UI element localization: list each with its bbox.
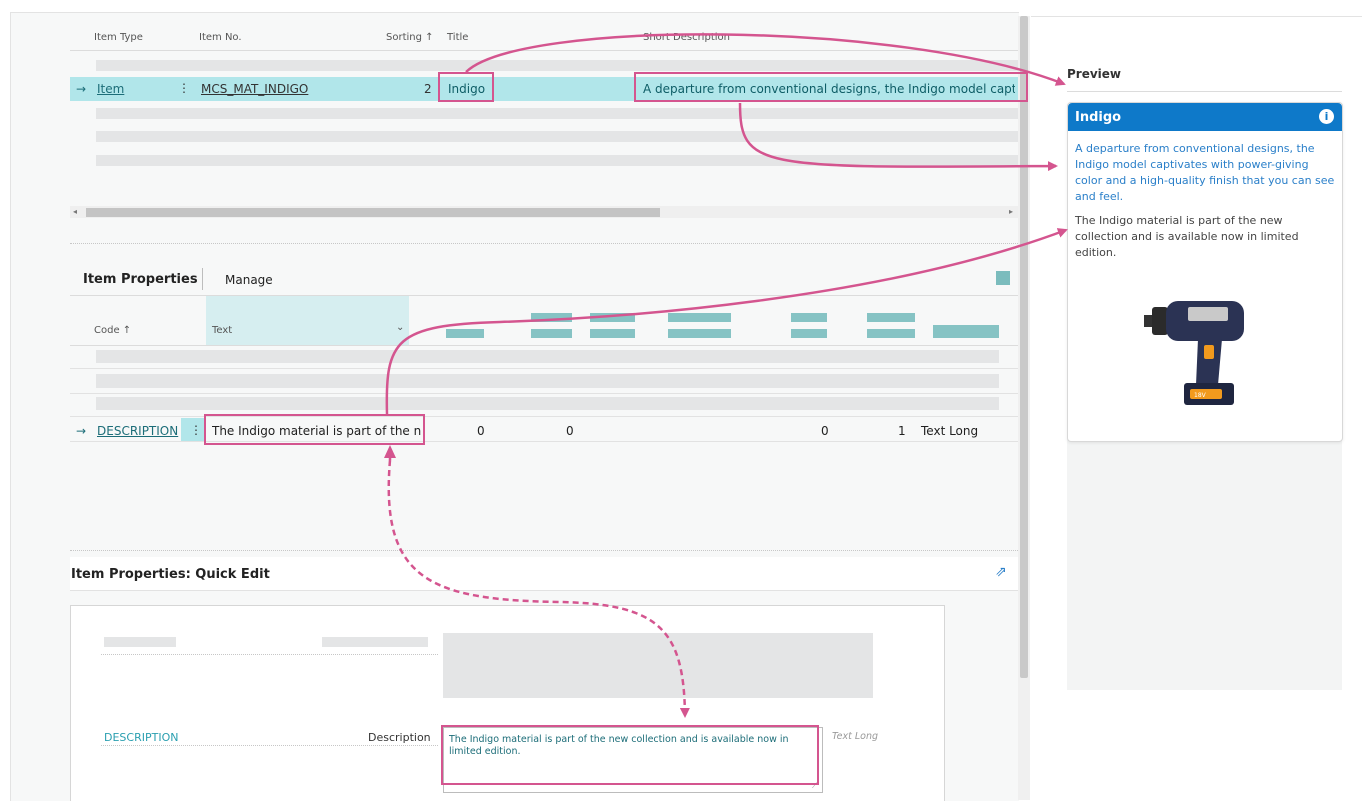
annotation-arrows xyxy=(384,33,1068,718)
